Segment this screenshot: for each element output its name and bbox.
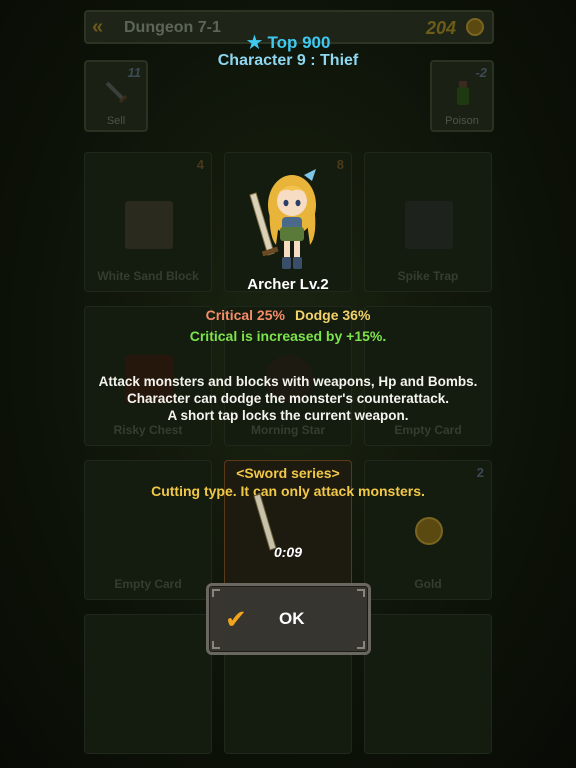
button-corner — [357, 641, 365, 649]
weapon-series-title: <Sword series> — [236, 465, 340, 481]
bonus-text: Critical is increased by +15%. — [189, 328, 387, 344]
poison-label: Poison — [445, 115, 479, 127]
card-name: Morning Star — [251, 423, 325, 437]
character-title: Character 9 : Thief — [217, 52, 359, 69]
card-player[interactable] — [224, 460, 352, 600]
sell-label: Sell — [106, 115, 126, 127]
potion-icon — [457, 81, 469, 105]
hero-name-level: Archer Lv.2 — [247, 276, 329, 293]
desc-line: A short tap locks the current weapon. — [167, 408, 409, 423]
button-corner — [212, 641, 220, 649]
card-empty[interactable]: Empty Card — [84, 460, 212, 600]
ok-button[interactable]: ✔ OK — [206, 583, 371, 655]
hero-description: Attack monsters and blocks with weapons,… — [0, 373, 576, 424]
gold-coin-icon — [415, 517, 443, 545]
card-white-sand-block[interactable]: 4 White Sand Block — [84, 152, 212, 292]
hero-stats: Critical 25% Dodge 36% — [0, 307, 576, 323]
card-name: Empty Card — [394, 423, 462, 437]
rank-text: Top 900 — [267, 33, 331, 52]
weapon-series-desc: Cutting type. It can only attack monster… — [151, 483, 425, 499]
card-count: 8 — [336, 157, 344, 172]
sell-tool[interactable]: 11 Sell — [84, 60, 148, 132]
card-name: Gold — [414, 577, 442, 591]
desc-line: Attack monsters and blocks with weapons,… — [98, 374, 478, 389]
card-empty — [364, 614, 492, 754]
checkmark-icon: ✔ — [225, 604, 247, 634]
card-spike-trap[interactable]: Spike Trap — [364, 152, 492, 292]
turn-timer: 0:09 — [273, 544, 303, 560]
ok-label: OK — [279, 609, 305, 628]
button-corner — [212, 589, 220, 597]
card-name: Empty Card — [114, 577, 182, 591]
sword-icon — [105, 81, 128, 104]
spike-trap-icon — [405, 201, 453, 249]
poison-tool[interactable]: -2 Poison — [430, 60, 494, 132]
card-gold[interactable]: 2 Gold — [364, 460, 492, 600]
button-corner — [357, 589, 365, 597]
sand-block-icon — [125, 201, 173, 249]
card-name: Risky Chest — [113, 423, 183, 437]
critical-stat: Critical 25% — [205, 307, 285, 323]
archer-hero-portrait — [249, 169, 316, 269]
dodge-stat: Dodge 36% — [294, 307, 371, 323]
card-empty — [84, 614, 212, 754]
desc-line: Character can dodge the monster's counte… — [126, 391, 450, 406]
card-count: 4 — [196, 157, 204, 172]
